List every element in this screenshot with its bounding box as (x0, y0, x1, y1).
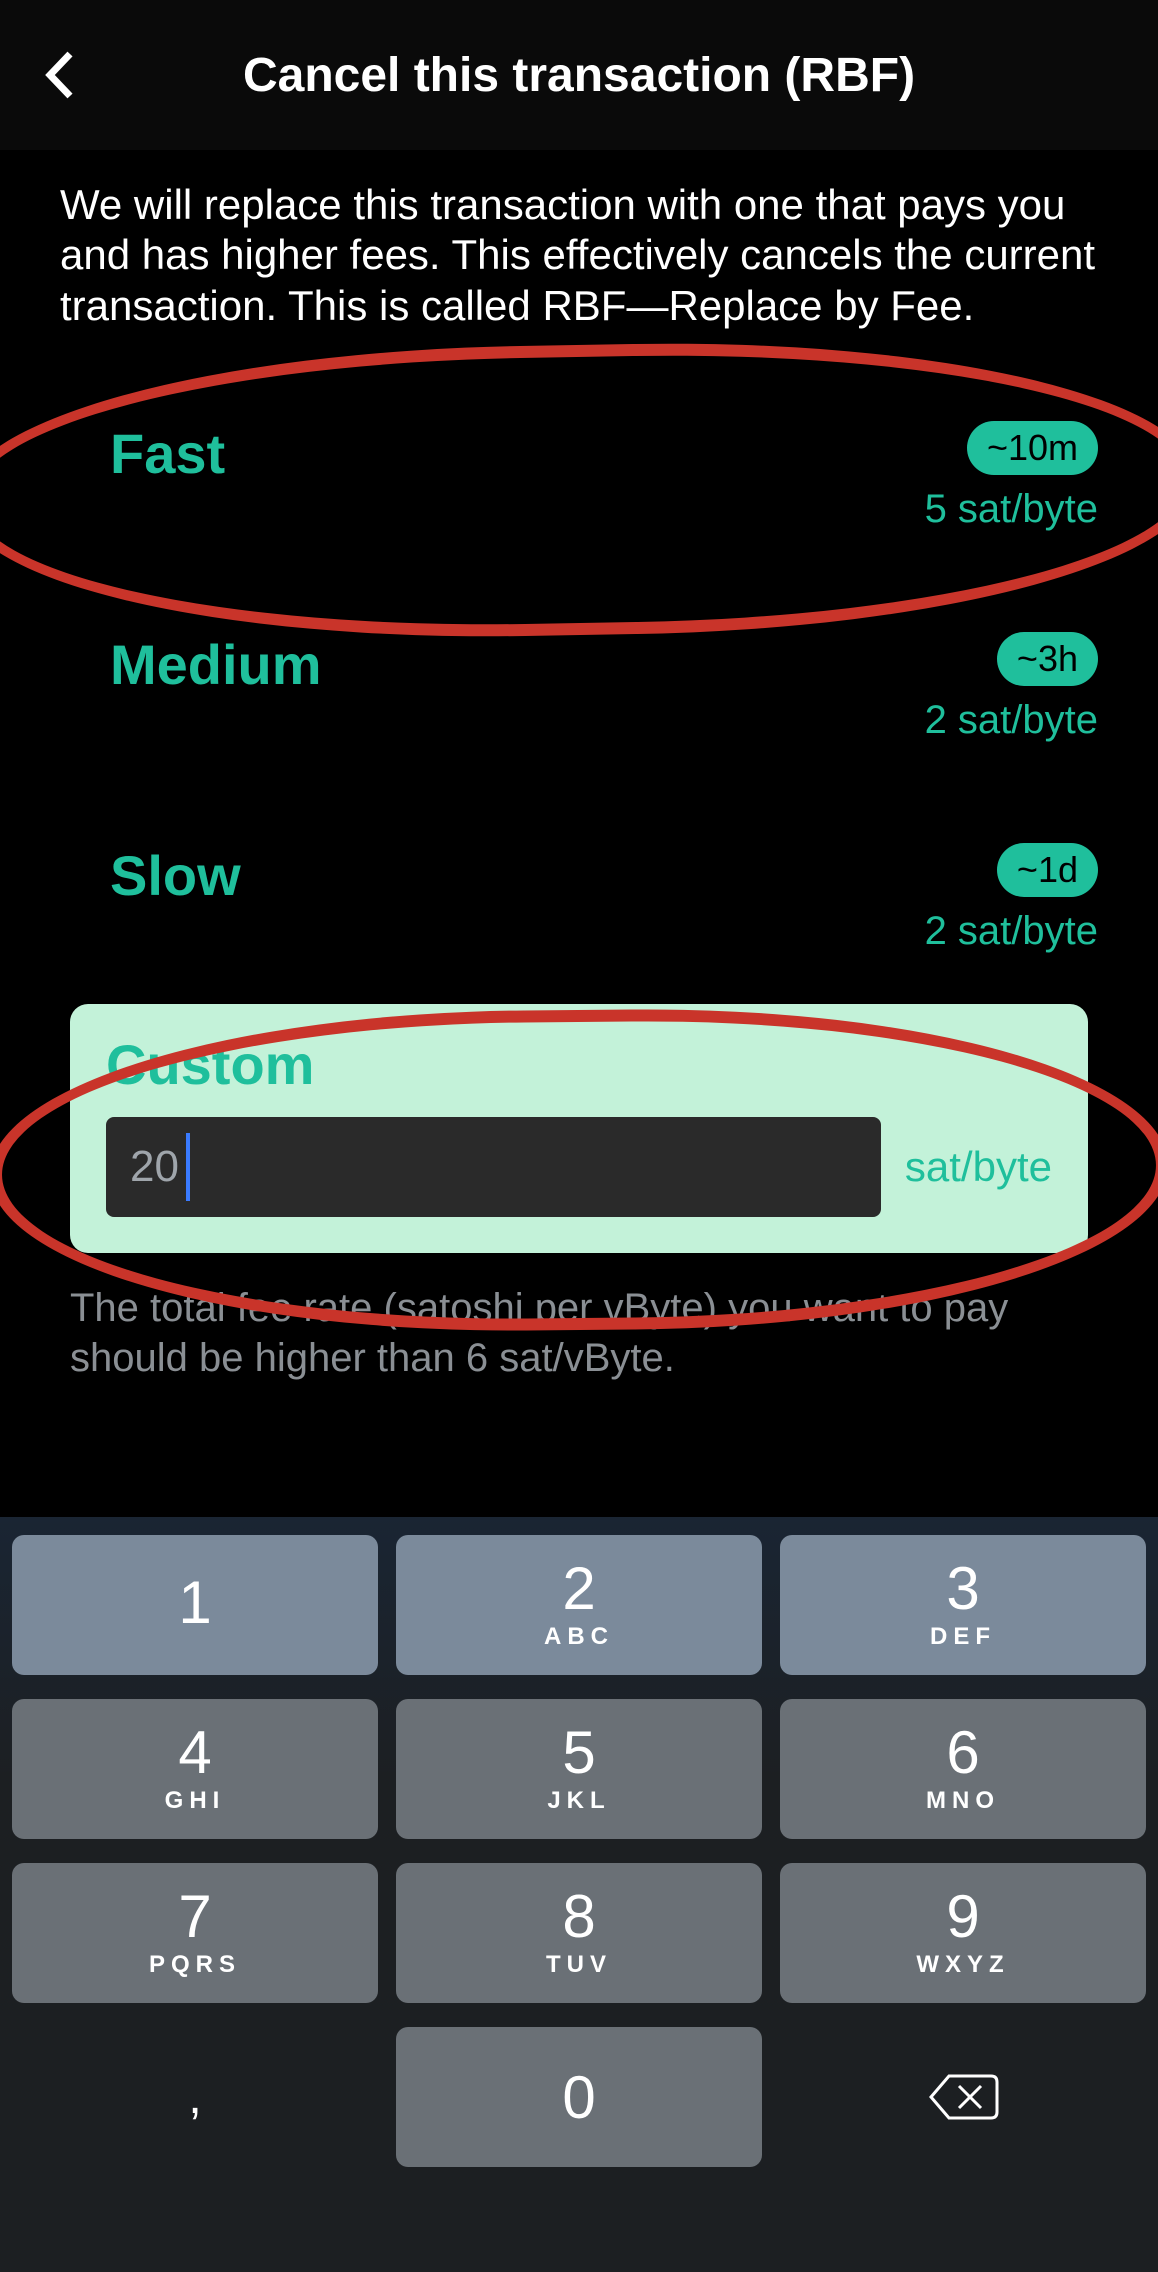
key-9[interactable]: 9 WXYZ (780, 1863, 1146, 2003)
fee-label: Fast (110, 421, 225, 486)
custom-unit-label: sat/byte (905, 1143, 1052, 1191)
key-0[interactable]: 0 (396, 2027, 762, 2167)
custom-fee-input-wrap[interactable] (106, 1117, 881, 1217)
key-3[interactable]: 3 DEF (780, 1535, 1146, 1675)
page-title: Cancel this transaction (RBF) (0, 48, 1158, 103)
fee-rate: 5 sat/byte (925, 487, 1098, 532)
key-5[interactable]: 5 JKL (396, 1699, 762, 1839)
fee-time-badge: ~3h (997, 632, 1098, 686)
text-cursor (186, 1133, 190, 1201)
key-4[interactable]: 4 GHI (12, 1699, 378, 1839)
numeric-keyboard: 1 2 ABC 3 DEF 4 GHI 5 JKL 6 MNO (0, 1517, 1158, 2272)
fee-option-slow[interactable]: Slow ~1d 2 sat/byte (60, 793, 1098, 1004)
custom-label: Custom (106, 1032, 1052, 1097)
fee-time-badge: ~10m (967, 421, 1098, 475)
backspace-icon (927, 2072, 999, 2122)
key-comma[interactable]: , (12, 2027, 378, 2167)
description-text: We will replace this transaction with on… (60, 180, 1098, 331)
fee-label: Medium (110, 632, 322, 697)
fee-details: ~1d 2 sat/byte (925, 843, 1098, 954)
fee-hint-text: The total fee rate (satoshi per vByte) y… (60, 1283, 1098, 1383)
fee-rate: 2 sat/byte (925, 909, 1098, 954)
fee-label: Slow (110, 843, 241, 908)
fee-details: ~10m 5 sat/byte (925, 421, 1098, 532)
chevron-left-icon (42, 50, 78, 100)
fee-option-custom[interactable]: Custom sat/byte (70, 1004, 1088, 1253)
key-7[interactable]: 7 PQRS (12, 1863, 378, 2003)
fee-option-medium[interactable]: Medium ~3h 2 sat/byte (60, 582, 1098, 793)
key-2[interactable]: 2 ABC (396, 1535, 762, 1675)
header-bar: Cancel this transaction (RBF) (0, 0, 1158, 150)
fee-details: ~3h 2 sat/byte (925, 632, 1098, 743)
fee-time-badge: ~1d (997, 843, 1098, 897)
key-backspace[interactable] (780, 2027, 1146, 2167)
fee-rate: 2 sat/byte (925, 698, 1098, 743)
key-8[interactable]: 8 TUV (396, 1863, 762, 2003)
custom-fee-input[interactable] (130, 1142, 857, 1192)
back-button[interactable] (30, 45, 90, 105)
key-6[interactable]: 6 MNO (780, 1699, 1146, 1839)
fee-option-fast[interactable]: Fast ~10m 5 sat/byte (60, 371, 1098, 582)
key-1[interactable]: 1 (12, 1535, 378, 1675)
